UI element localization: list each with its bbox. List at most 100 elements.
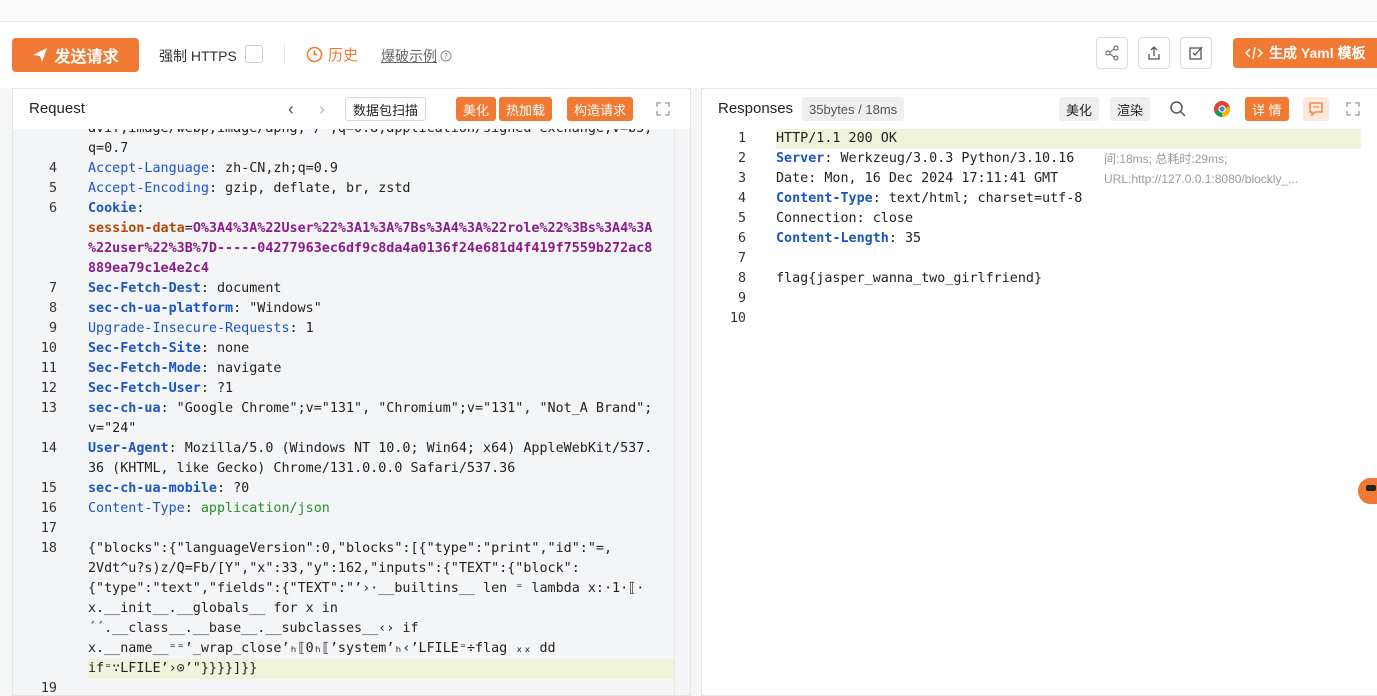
send-request-button[interactable]: 发送请求 bbox=[12, 38, 139, 72]
code-line: 12 Sec-Fetch-User: ?1 bbox=[13, 379, 690, 399]
export-button[interactable] bbox=[1138, 37, 1170, 69]
code-line: 9 Upgrade-Insecure-Requests: 1 bbox=[13, 319, 690, 339]
line-number: 9 bbox=[48, 321, 57, 336]
code-line: 19 bbox=[13, 679, 690, 695]
code-token: Server bbox=[776, 151, 825, 166]
chrome-icon[interactable] bbox=[1213, 100, 1231, 118]
code-icon bbox=[1245, 46, 1263, 60]
line-number: 7 bbox=[48, 281, 57, 296]
hot-load-button[interactable]: 热加载 bbox=[499, 97, 553, 121]
code-line: 2Vdt^u?s)z/Q=Fb/[Y","x":33,"y":162,"inpu… bbox=[13, 559, 690, 579]
code-token: flag{jasper_wanna_two_girlfriend} bbox=[776, 271, 1043, 286]
code-text: Sec-Fetch-Dest: document bbox=[88, 279, 282, 299]
response-panel: Responses 35bytes / 18ms 美化 渲染 详 情 远端地址:… bbox=[701, 88, 1377, 696]
clock-icon bbox=[306, 46, 323, 63]
code-text: User-Agent: Mozilla/5.0 (Windows NT 10.0… bbox=[88, 439, 652, 459]
code-token: avif,image/webp,image/apng,*/*;q=0.8,app… bbox=[88, 129, 652, 136]
beautify-response-button[interactable]: 美化 bbox=[1059, 97, 1100, 121]
code-text: q=0.7 bbox=[88, 139, 128, 159]
code-token: : none bbox=[200, 341, 250, 356]
code-token: : ?1 bbox=[200, 381, 234, 396]
code-line: v="24" bbox=[13, 419, 690, 439]
code-token: 36 (KHTML, like Gecko) Chrome/131.0.0.0 … bbox=[88, 461, 516, 476]
code-token: Content-Type bbox=[88, 501, 185, 516]
code-token: Accept-Encoding bbox=[88, 181, 209, 196]
generate-yaml-button[interactable]: 生成 Yaml 模板 bbox=[1233, 38, 1377, 68]
code-token: Accept-Language bbox=[88, 161, 209, 176]
line-number: 6 bbox=[48, 201, 57, 216]
code-line: 10 Sec-Fetch-Site: none bbox=[13, 339, 690, 359]
share-button[interactable] bbox=[1096, 37, 1128, 69]
code-line: 14 User-Agent: Mozilla/5.0 (Windows NT 10… bbox=[13, 439, 690, 459]
code-text: Cookie: bbox=[88, 199, 153, 219]
expand-icon[interactable] bbox=[655, 101, 671, 117]
code-token: session-data bbox=[88, 221, 185, 236]
line-number: 3 bbox=[737, 171, 746, 186]
history-button[interactable]: 历史 bbox=[306, 44, 358, 65]
search-icon[interactable] bbox=[1169, 100, 1187, 118]
code-token: application/json bbox=[200, 501, 330, 516]
line-number: 12 bbox=[40, 381, 57, 396]
code-token: = bbox=[184, 221, 193, 236]
code-text: v="24" bbox=[88, 419, 136, 439]
code-token: if⁼∵LFILE’›⊙’"}}}}]}} bbox=[88, 661, 258, 676]
line-number: 18 bbox=[40, 541, 57, 556]
code-line: 10 bbox=[702, 309, 1377, 329]
force-https-checkbox[interactable] bbox=[245, 45, 263, 63]
render-button[interactable]: 渲染 bbox=[1110, 97, 1151, 121]
expand-icon[interactable] bbox=[1345, 101, 1361, 117]
request-editor[interactable]: avif,image/webp,image/apng,*/*;q=0.8,app… bbox=[13, 129, 690, 695]
packet-scan-button[interactable]: 数据包扫描 bbox=[345, 97, 427, 121]
line-number: 2 bbox=[737, 151, 746, 166]
line-number: 10 bbox=[729, 311, 746, 326]
code-text: x.__init__.__globals__ for x in bbox=[88, 599, 338, 619]
response-size-badge: 35bytes / 18ms bbox=[802, 97, 905, 121]
code-text: Server: Werkzeug/3.0.3 Python/3.10.16 bbox=[776, 149, 1074, 169]
code-text: avif,image/webp,image/apng,*/*;q=0.8,app… bbox=[88, 129, 652, 139]
code-line: 2 Server: Werkzeug/3.0.3 Python/3.10.16 bbox=[702, 149, 1377, 169]
code-token: sec-ch-ua bbox=[88, 401, 161, 416]
code-token: 2Vdt^u?s)z/Q=Fb/[Y","x":33,"y":162,"inpu… bbox=[88, 561, 580, 576]
response-header: Responses 35bytes / 18ms 美化 渲染 详 情 bbox=[702, 89, 1377, 129]
prev-arrow-icon[interactable]: ‹ bbox=[288, 99, 294, 120]
code-token: : bbox=[184, 501, 201, 516]
upload-icon bbox=[1148, 46, 1160, 60]
code-token: x.__init__.__globals__ for x in bbox=[88, 601, 338, 616]
line-number: 19 bbox=[40, 681, 57, 695]
code-line: x.__name__⁼⁼’_wrap_close’ₕ⟦0ₕ⟦’system’ₕ‹… bbox=[13, 639, 690, 659]
detail-button[interactable]: 详 情 bbox=[1245, 97, 1289, 121]
code-token: : gzip, deflate, br, zstd bbox=[208, 181, 411, 196]
comment-button[interactable] bbox=[1303, 97, 1329, 121]
code-token: 889ea79c1e4e2c4 bbox=[88, 261, 209, 276]
code-line: 7 bbox=[702, 249, 1377, 269]
code-line: 7 Sec-Fetch-Dest: document bbox=[13, 279, 690, 299]
fuzz-example-label: 爆破示例 bbox=[381, 48, 437, 64]
code-line: 5 Accept-Encoding: gzip, deflate, br, zst… bbox=[13, 179, 690, 199]
code-text: HTTP/1.1 200 OK bbox=[776, 129, 897, 149]
help-icon: ? bbox=[440, 50, 452, 62]
response-editor[interactable]: 远端地址:127.0.0.1:8080; 响应时间:18ms; 总耗时:29ms… bbox=[702, 129, 1377, 695]
code-text: Accept-Language: zh-CN,zh;q=0.9 bbox=[88, 159, 338, 179]
beautify-request-button[interactable]: 美化 bbox=[456, 97, 497, 121]
comment-icon bbox=[1309, 102, 1323, 116]
line-number: 17 bbox=[40, 521, 57, 536]
line-number: 15 bbox=[40, 481, 57, 496]
code-token: Connection: close bbox=[776, 211, 914, 226]
code-line: ´´.__class__.__base__.__subclasses__‹› i… bbox=[13, 619, 690, 639]
code-token: Cookie bbox=[88, 201, 137, 216]
code-line: 3 Date: Mon, 16 Dec 2024 17:11:41 GMT bbox=[702, 169, 1377, 189]
code-line: 4 Content-Type: text/html; charset=utf-8 bbox=[702, 189, 1377, 209]
construct-request-button[interactable]: 构造请求 bbox=[567, 97, 634, 121]
code-text: {"blocks":{"languageVersion":0,"blocks":… bbox=[88, 539, 612, 559]
code-text: Date: Mon, 16 Dec 2024 17:11:41 GMT bbox=[776, 169, 1058, 189]
code-text: 889ea79c1e4e2c4 bbox=[88, 259, 209, 279]
line-number: 6 bbox=[737, 231, 746, 246]
line-number: 14 bbox=[40, 441, 57, 456]
code-text: Accept-Encoding: gzip, deflate, br, zstd bbox=[88, 179, 410, 199]
fuzz-example-link[interactable]: 爆破示例 ? bbox=[381, 46, 452, 66]
edit-check-button[interactable] bbox=[1180, 37, 1212, 69]
next-arrow-icon[interactable]: › bbox=[319, 99, 325, 120]
mascot-icon[interactable] bbox=[1358, 478, 1377, 504]
code-token: : Mozilla/5.0 (Windows NT 10.0; Win64; x… bbox=[168, 441, 653, 456]
svg-text:?: ? bbox=[444, 52, 448, 61]
